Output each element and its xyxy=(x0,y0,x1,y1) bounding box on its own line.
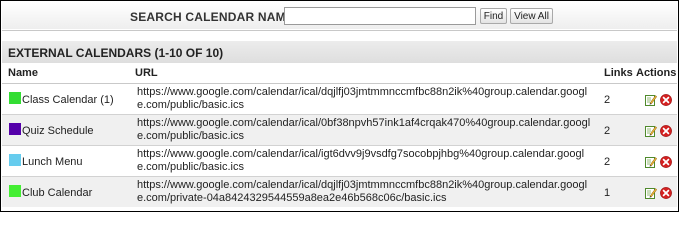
find-button[interactable]: Find xyxy=(480,8,507,24)
table-row: Quiz Schedule https://www.google.com/cal… xyxy=(2,115,677,146)
calendar-color-swatch xyxy=(9,154,21,166)
calendar-name: Class Calendar (1) xyxy=(22,94,114,106)
table-row: Lunch Menu https://www.google.com/calend… xyxy=(2,146,677,177)
edit-icon[interactable] xyxy=(645,186,658,199)
calendar-name: Lunch Menu xyxy=(22,156,83,168)
delete-icon[interactable] xyxy=(660,155,672,168)
column-header-url: URL xyxy=(135,67,158,79)
view-all-button[interactable]: View All xyxy=(510,8,553,24)
column-header-name: Name xyxy=(8,67,38,79)
delete-icon[interactable] xyxy=(660,124,672,137)
calendar-url: https://www.google.com/calendar/ical/igt… xyxy=(137,148,585,173)
column-header-links: Links xyxy=(604,67,633,79)
section-header: EXTERNAL CALENDARS (1-10 OF 10) xyxy=(2,41,677,63)
table-row: Club Calendar https://www.google.com/cal… xyxy=(2,177,677,207)
edit-icon[interactable] xyxy=(645,155,658,168)
table-header: Name URL Links Actions xyxy=(2,63,677,84)
calendar-color-swatch xyxy=(9,92,21,104)
calendar-url: https://www.google.com/calendar/ical/dqj… xyxy=(137,179,588,204)
calendar-color-swatch xyxy=(9,185,21,197)
calendar-links-count: 1 xyxy=(604,187,611,199)
section-title: EXTERNAL CALENDARS (1-10 OF 10) xyxy=(8,46,224,60)
calendars-table: Name URL Links Actions Class Calendar (1… xyxy=(2,63,677,207)
column-header-actions: Actions xyxy=(636,67,677,79)
edit-icon[interactable] xyxy=(645,124,658,137)
delete-icon[interactable] xyxy=(660,186,672,199)
search-label: SEARCH CALENDAR NAME: xyxy=(130,10,299,24)
delete-icon[interactable] xyxy=(660,93,672,106)
calendar-color-swatch xyxy=(9,123,21,135)
calendar-url: https://www.google.com/calendar/ical/0bf… xyxy=(137,117,591,142)
external-calendars-panel: SEARCH CALENDAR NAME: Find View All EXTE… xyxy=(0,0,679,212)
edit-icon[interactable] xyxy=(645,93,658,106)
search-bar: SEARCH CALENDAR NAME: Find View All xyxy=(2,2,677,29)
calendar-name: Club Calendar xyxy=(22,187,93,199)
divider xyxy=(2,30,677,31)
calendar-links-count: 2 xyxy=(604,156,611,168)
search-input[interactable] xyxy=(284,7,476,25)
calendar-links-count: 2 xyxy=(604,94,611,106)
calendar-url: https://www.google.com/calendar/ical/dqj… xyxy=(137,86,588,111)
calendar-links-count: 2 xyxy=(604,125,611,137)
table-row: Class Calendar (1) https://www.google.co… xyxy=(2,84,677,115)
calendar-name: Quiz Schedule xyxy=(22,125,94,137)
